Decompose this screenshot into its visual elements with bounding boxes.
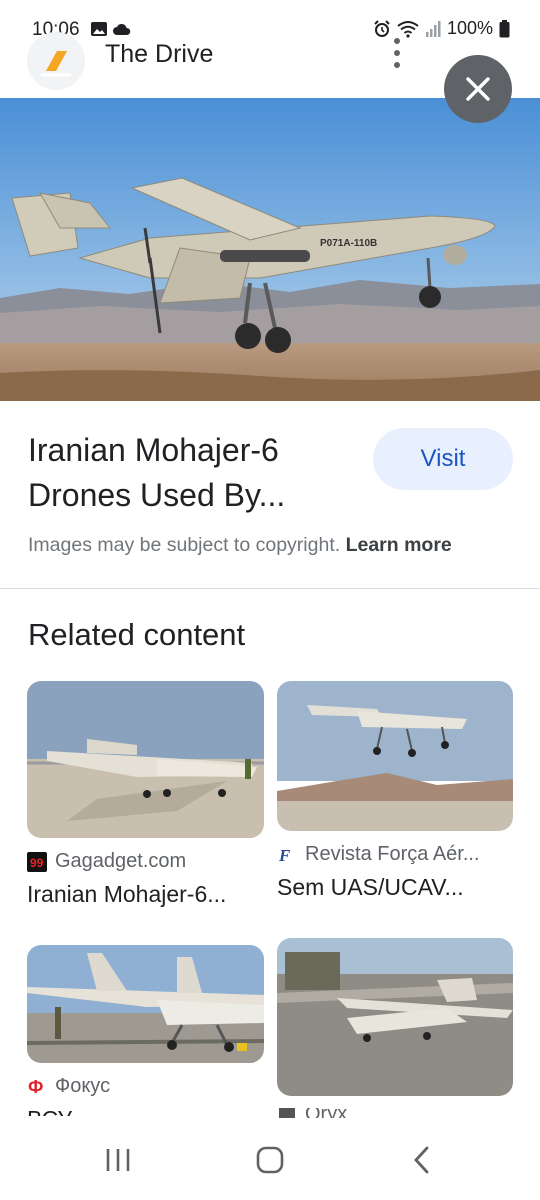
gagadget-icon: 99	[27, 851, 47, 872]
system-nav-bar	[0, 1118, 540, 1200]
card-source: Gagadget.com	[55, 850, 187, 872]
close-button[interactable]	[444, 55, 512, 123]
related-card[interactable]: F Revista Força Aér... Sem UAS/UCAV...	[277, 681, 513, 901]
result-title: Iranian Mohajer-6 Drones Used By...	[28, 428, 348, 518]
related-card-image[interactable]	[277, 938, 513, 1096]
home-button[interactable]	[250, 1144, 290, 1176]
related-card-image[interactable]	[27, 681, 264, 838]
recents-icon	[106, 1149, 130, 1171]
related-content-heading: Related content	[28, 617, 246, 652]
related-card[interactable]: Oryx	[277, 938, 513, 1120]
card-title[interactable]: ВСУ	[27, 1106, 264, 1116]
result-title-line2: Drones Used By...	[28, 477, 286, 513]
fokus-icon: Ф	[27, 1077, 47, 1097]
visit-button[interactable]: Visit	[373, 428, 513, 490]
back-button[interactable]	[402, 1144, 442, 1176]
recents-button[interactable]	[98, 1144, 138, 1176]
learn-more-link[interactable]: Learn more	[346, 534, 452, 556]
site-name[interactable]: The Drive	[105, 40, 213, 69]
back-icon	[414, 1146, 429, 1174]
svg-text:99: 99	[30, 856, 44, 870]
divider	[0, 588, 540, 589]
related-card-image[interactable]	[277, 681, 513, 831]
card-source: Фокус	[55, 1075, 111, 1097]
copyright-text: Images may be subject to copyright.	[28, 534, 341, 556]
card-title[interactable]: Sem UAS/UCAV...	[277, 874, 513, 901]
related-card[interactable]: Ф Фокус ВСУ	[27, 945, 264, 1116]
drone-registration: P071A-110B	[320, 238, 377, 249]
copyright-notice: Images may be subject to copyright. Lear…	[28, 534, 452, 557]
revista-icon: F	[277, 845, 297, 865]
hero-image[interactable]: P071A-110B	[0, 98, 540, 401]
the-drive-logo-icon[interactable]	[27, 32, 85, 90]
card-source: Revista Força Aér...	[305, 843, 480, 865]
more-options-icon[interactable]	[388, 38, 406, 68]
svg-text:Ф: Ф	[28, 1077, 43, 1097]
svg-text:F: F	[278, 846, 291, 865]
drone-photo: P071A-110B	[0, 98, 540, 401]
related-card[interactable]: 99 Gagadget.com Iranian Mohajer-6...	[27, 681, 264, 908]
card-title[interactable]: Iranian Mohajer-6...	[27, 881, 264, 908]
related-card-image[interactable]	[27, 945, 264, 1063]
close-icon	[466, 77, 490, 101]
result-title-line1: Iranian Mohajer-6	[28, 432, 279, 468]
home-icon	[256, 1146, 284, 1174]
